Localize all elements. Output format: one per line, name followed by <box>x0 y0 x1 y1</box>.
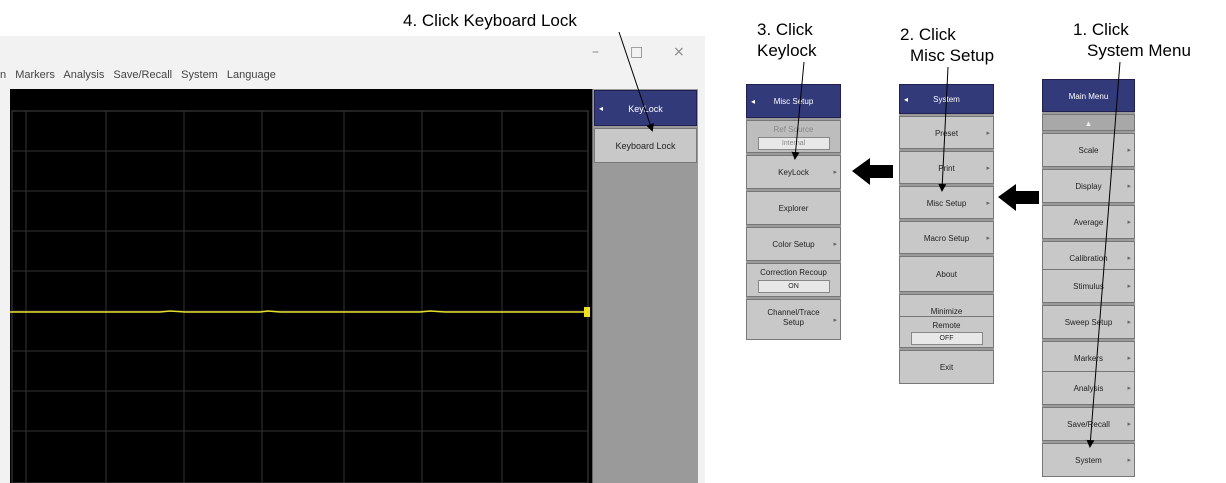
submenu-arrow-icon: ▸ <box>1127 219 1131 226</box>
system-header-label: System <box>933 95 960 104</box>
remote-toggle[interactable]: Remote OFF <box>899 316 994 348</box>
about-button[interactable]: About <box>899 256 994 292</box>
display-button[interactable]: Display ▸ <box>1042 169 1135 203</box>
menu-bar: n Markers Analysis Save/Recall System La… <box>0 69 282 87</box>
display-label: Display <box>1075 182 1102 191</box>
keylock-label: KeyLock <box>778 168 809 177</box>
preset-button[interactable]: Preset ▸ <box>899 116 994 149</box>
explorer-button[interactable]: Explorer <box>746 191 841 225</box>
keylock-header[interactable]: ◂ KeyLock <box>594 90 697 126</box>
remote-value: OFF <box>910 332 983 345</box>
submenu-arrow-icon: ▸ <box>986 200 990 207</box>
analysis-button[interactable]: Analysis ▸ <box>1042 371 1135 405</box>
submenu-arrow-icon: ▸ <box>833 317 837 324</box>
misc-setup-label: Misc Setup <box>926 199 967 208</box>
left-arrow-icon <box>852 158 893 185</box>
keylock-softkey-panel: ◂ KeyLock Keyboard Lock <box>592 89 698 483</box>
remote-label: Remote <box>932 321 961 330</box>
stimulus-button[interactable]: Stimulus ▸ <box>1042 269 1135 303</box>
trace-plot-area <box>10 89 592 483</box>
sweep-setup-label: Sweep Setup <box>1064 318 1113 327</box>
print-label: Print <box>938 164 955 173</box>
submenu-arrow-icon: ▸ <box>1127 319 1131 326</box>
menu-item-markers[interactable]: Markers <box>15 69 55 81</box>
submenu-arrow-icon: ▸ <box>986 130 990 137</box>
step1-label-line1: 1. Click <box>1073 20 1129 39</box>
main-menu-panel: Main Menu ▲ Scale ▸ Display ▸ Average ▸ … <box>1042 79 1135 477</box>
trace-grid <box>10 110 590 483</box>
analyzer-window: – □ × n Markers Analysis Save/Recall Sys… <box>0 36 705 483</box>
channel-trace-setup-label: Channel/Trace Setup <box>767 308 820 327</box>
step3-label-line1: 3. Click <box>757 20 813 39</box>
color-setup-label: Color Setup <box>772 240 815 249</box>
back-icon: ◂ <box>751 97 756 106</box>
minimize-window-button[interactable]: – <box>592 44 599 60</box>
submenu-arrow-icon: ▸ <box>833 169 837 176</box>
exit-button[interactable]: Exit <box>899 350 994 384</box>
submenu-arrow-icon: ▸ <box>1127 147 1131 154</box>
ref-source-value: Internal <box>757 137 830 150</box>
step1-label-line2: System Menu <box>1087 41 1191 60</box>
keyboard-lock-button[interactable]: Keyboard Lock <box>594 128 697 163</box>
scroll-up-icon[interactable]: ▲ <box>1042 114 1135 131</box>
markers-button[interactable]: Markers ▸ <box>1042 341 1135 375</box>
system-header[interactable]: ◂ System <box>899 84 994 114</box>
save-recall-label: Save/Recall <box>1067 420 1110 429</box>
step4-label: 4. Click Keyboard Lock <box>403 11 577 30</box>
save-recall-button[interactable]: Save/Recall ▸ <box>1042 407 1135 441</box>
left-arrow-icon <box>998 184 1039 211</box>
stimulus-label: Stimulus <box>1073 282 1104 291</box>
macro-setup-button[interactable]: Macro Setup ▸ <box>899 221 994 254</box>
menu-item-system[interactable]: System <box>181 69 218 81</box>
menu-item-partial[interactable]: n <box>0 69 6 81</box>
step2-label-line2: Misc Setup <box>910 46 995 65</box>
reference-marker <box>584 307 590 317</box>
analysis-label: Analysis <box>1073 384 1104 393</box>
submenu-arrow-icon: ▸ <box>1127 283 1131 290</box>
close-window-button[interactable]: × <box>673 44 685 60</box>
sweep-setup-button[interactable]: Sweep Setup ▸ <box>1042 305 1135 339</box>
system-label: System <box>1075 456 1102 465</box>
scale-label: Scale <box>1078 146 1099 155</box>
average-button[interactable]: Average ▸ <box>1042 205 1135 239</box>
submenu-arrow-icon: ▸ <box>986 235 990 242</box>
print-button[interactable]: Print ▸ <box>899 151 994 184</box>
misc-setup-header-label: Misc Setup <box>773 97 814 106</box>
preset-label: Preset <box>934 129 959 138</box>
system-button[interactable]: System ▸ <box>1042 443 1135 477</box>
step3-label-line2: Keylock <box>757 41 817 60</box>
calibration-label: Calibration <box>1069 254 1108 263</box>
keylock-button[interactable]: KeyLock ▸ <box>746 155 841 189</box>
color-setup-button[interactable]: Color Setup ▸ <box>746 227 841 261</box>
ref-source-label: Ref Source <box>773 125 814 134</box>
submenu-arrow-icon: ▸ <box>1127 385 1131 392</box>
markers-label: Markers <box>1074 354 1103 363</box>
correction-recoup-label: Correction Recoup <box>760 268 827 277</box>
macro-setup-label: Macro Setup <box>923 234 970 243</box>
keylock-header-label: KeyLock <box>628 104 663 114</box>
submenu-arrow-icon: ▸ <box>1127 421 1131 428</box>
scale-button[interactable]: Scale ▸ <box>1042 133 1135 167</box>
ref-source-key: Ref Source Internal <box>746 120 841 153</box>
back-icon: ◂ <box>599 104 604 113</box>
misc-setup-panel: ◂ Misc Setup Ref Source Internal KeyLock… <box>746 84 841 340</box>
correction-recoup-value: ON <box>757 280 830 293</box>
step2-label-line1: 2. Click <box>900 25 956 44</box>
main-menu-header[interactable]: Main Menu <box>1042 79 1135 112</box>
system-panel: ◂ System Preset ▸ Print ▸ Misc Setup ▸ M… <box>899 84 994 384</box>
average-label: Average <box>1073 218 1104 227</box>
submenu-arrow-icon: ▸ <box>986 165 990 172</box>
submenu-arrow-icon: ▸ <box>1127 183 1131 190</box>
correction-recoup-toggle[interactable]: Correction Recoup ON <box>746 263 841 297</box>
channel-trace-setup-button[interactable]: Channel/Trace Setup ▸ <box>746 299 841 340</box>
menu-item-analysis[interactable]: Analysis <box>63 69 104 81</box>
maximize-window-button[interactable]: □ <box>630 44 643 60</box>
menu-item-language[interactable]: Language <box>227 69 276 81</box>
menu-item-save-recall[interactable]: Save/Recall <box>113 69 172 81</box>
submenu-arrow-icon: ▸ <box>1127 457 1131 464</box>
submenu-arrow-icon: ▸ <box>833 241 837 248</box>
back-icon: ◂ <box>904 95 909 104</box>
misc-setup-header[interactable]: ◂ Misc Setup <box>746 84 841 118</box>
misc-setup-button[interactable]: Misc Setup ▸ <box>899 186 994 219</box>
